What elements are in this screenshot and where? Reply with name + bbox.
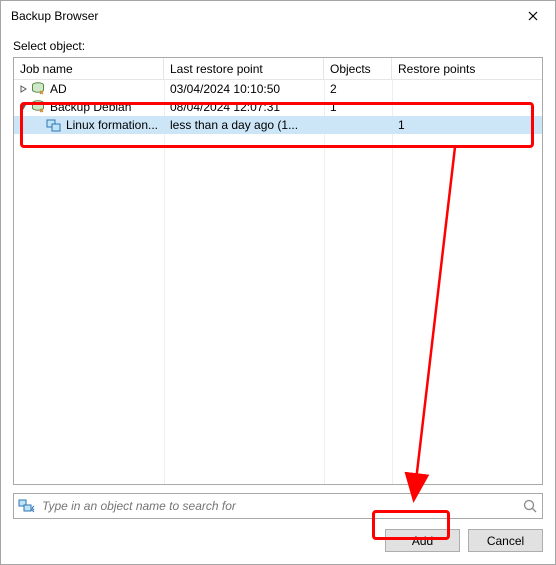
search-icon[interactable] (522, 498, 538, 514)
close-button[interactable] (510, 1, 555, 31)
row-points: 1 (392, 118, 542, 132)
row-name: Backup Debian (50, 100, 131, 114)
grid-lines (14, 80, 542, 484)
tree-job-row[interactable]: Backup Debian 08/04/2024 12:07:311 (14, 98, 542, 116)
backup-job-icon (30, 81, 46, 97)
col-job-name[interactable]: Job name (14, 58, 164, 79)
search-input[interactable] (40, 498, 522, 514)
col-restore-points[interactable]: Restore points (392, 58, 542, 79)
column-headers: Job name Last restore point Objects Rest… (14, 58, 542, 80)
close-icon (528, 11, 538, 21)
col-objects[interactable]: Objects (324, 58, 392, 79)
button-row: Add Cancel (13, 529, 543, 552)
chevron-down-icon[interactable] (18, 102, 28, 112)
object-filter-icon[interactable] (18, 497, 36, 515)
row-restore: 03/04/2024 10:10:50 (164, 82, 324, 96)
select-object-label: Select object: (13, 39, 543, 53)
row-objects: 2 (324, 82, 392, 96)
backup-tree[interactable]: Job name Last restore point Objects Rest… (13, 57, 543, 485)
col-last-restore[interactable]: Last restore point (164, 58, 324, 79)
titlebar: Backup Browser (1, 1, 555, 31)
window-title: Backup Browser (11, 9, 510, 23)
chevron-right-icon[interactable] (18, 84, 28, 94)
dialog-content: Select object: Job name Last restore poi… (1, 31, 555, 564)
tree-job-row[interactable]: AD 03/04/2024 10:10:502 (14, 80, 542, 98)
search-row (13, 493, 543, 519)
row-restore: less than a day ago (1... (164, 118, 324, 132)
tree-rows: AD 03/04/2024 10:10:502 Backup Debian 08/04… (14, 80, 542, 134)
row-objects: 1 (324, 100, 392, 114)
cancel-button[interactable]: Cancel (468, 529, 543, 552)
row-name: AD (50, 82, 67, 96)
row-name: Linux formation... (66, 118, 158, 132)
tree-vm-row[interactable]: Linux formation... less than a day ago (1… (14, 116, 542, 134)
row-restore: 08/04/2024 12:07:31 (164, 100, 324, 114)
backup-job-icon (30, 99, 46, 115)
add-button[interactable]: Add (385, 529, 460, 552)
backup-browser-window: Backup Browser Select object: Job name L… (0, 0, 556, 565)
vm-icon (46, 117, 62, 133)
